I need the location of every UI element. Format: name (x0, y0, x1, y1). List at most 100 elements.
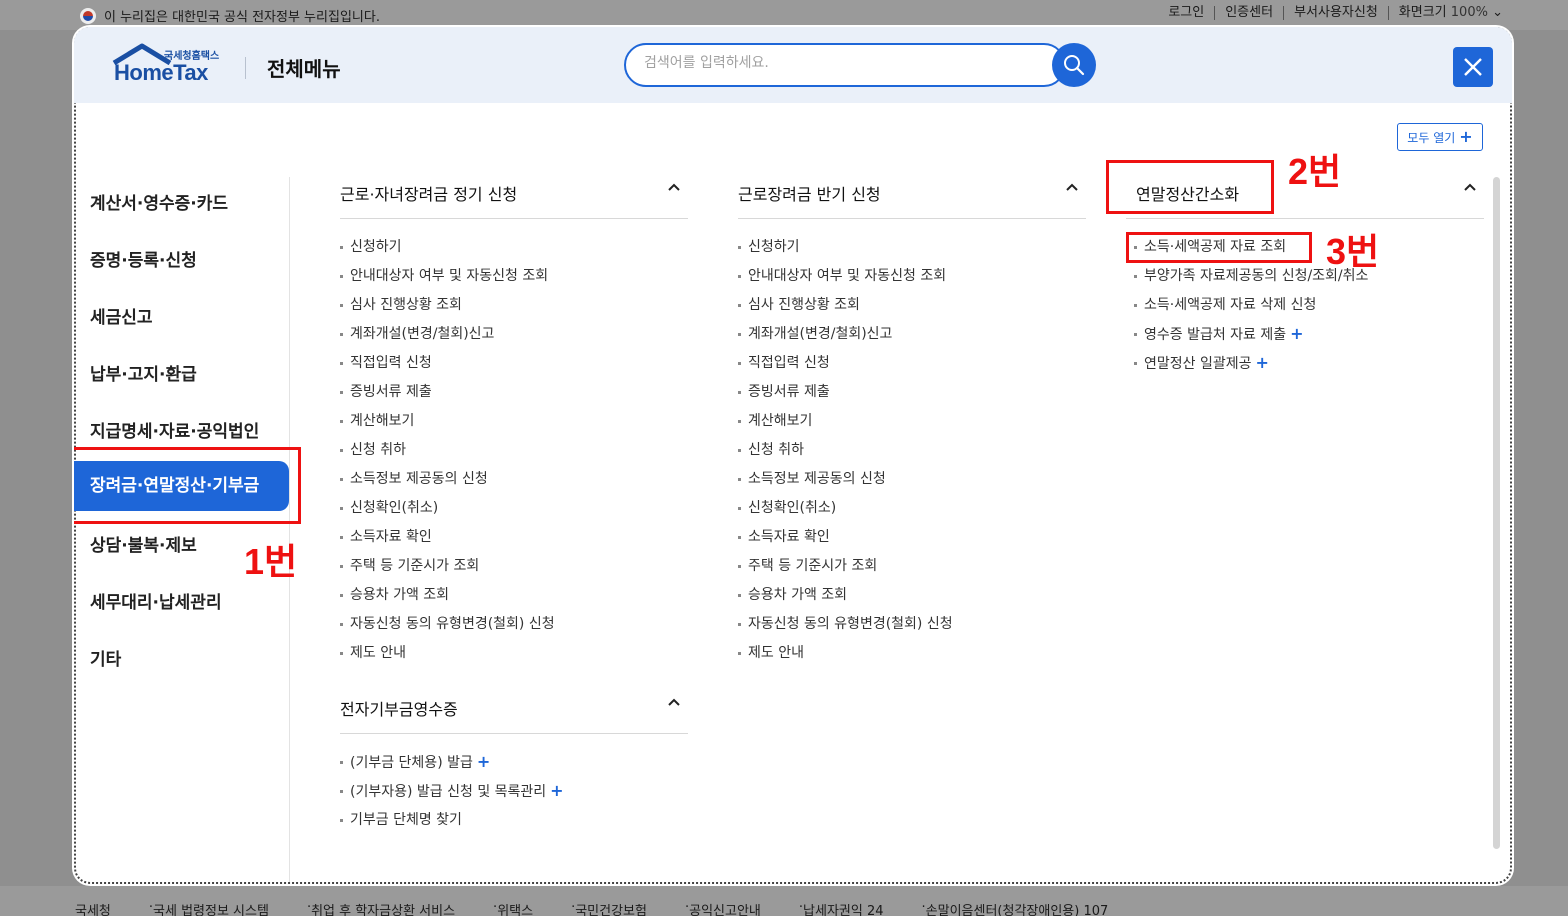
section-title: 근로·자녀장려금 정기 신청 (340, 185, 518, 204)
menu-item[interactable]: 주택 등 기준시가 조회 (340, 556, 688, 585)
menu-item[interactable]: 증빙서류 제출 (738, 382, 1086, 411)
menu-item[interactable]: 심사 진행상황 조회 (340, 295, 688, 324)
gov-notice: 이 누리집은 대한민국 공식 전자정부 누리집입니다. (104, 10, 380, 25)
nav-item-consult[interactable]: 상담·불복·제보 (90, 531, 197, 556)
modal-title: 전체메뉴 (267, 57, 341, 81)
menu-item[interactable]: 신청 취하 (340, 440, 688, 469)
search-button[interactable] (1052, 43, 1096, 87)
menu-item[interactable]: (기부자용) 발급 신청 및 목록관리 + (340, 781, 688, 810)
search-box (624, 43, 1066, 87)
search-icon (1064, 55, 1085, 76)
zoom-value: 100% (1450, 5, 1488, 20)
scrollbar[interactable] (1493, 177, 1500, 849)
logo-text: HomeTax (114, 60, 208, 85)
menu-item-label: 영수증 발급처 자료 제출 (1144, 327, 1287, 343)
nav-item-payment[interactable]: 납부·고지·환급 (90, 360, 197, 385)
annotation-box-1 (74, 447, 301, 524)
annotation-label-3: 3번 (1326, 231, 1380, 272)
screen-size-control[interactable]: 화면크기 100% ⌄ (1387, 5, 1513, 20)
search-input[interactable] (644, 55, 1014, 71)
nav-item-invoice[interactable]: 계산서·영수증·카드 (90, 189, 228, 214)
dept-user-link[interactable]: 부서사용자신청 (1283, 6, 1388, 20)
modal-header: 국세청홈택스 HomeTax 전체메뉴 (74, 27, 1512, 103)
footer-link[interactable]: 손말이음센터(청각장애인용) 107 (926, 900, 1109, 916)
plus-icon: + (550, 781, 564, 800)
footer-link[interactable]: 납세자권익 24 (803, 900, 883, 916)
menu-item[interactable]: 주택 등 기준시가 조회 (738, 556, 1086, 585)
menu-item-label: (기부금 단체용) 발급 (350, 755, 473, 771)
open-all-label: 모두 열기 (1407, 130, 1456, 145)
menu-item[interactable]: 소득정보 제공동의 신청 (738, 469, 1086, 498)
menu-item-label: 연말정산 일괄제공 (1144, 356, 1252, 372)
section-header-half-incentive[interactable]: 근로장려금 반기 신청 (738, 177, 1086, 219)
menu-item[interactable]: 신청하기 (738, 237, 1086, 266)
chevron-up-icon[interactable] (1064, 179, 1080, 195)
nav-item-certificate[interactable]: 증명·등록·신청 (90, 246, 197, 271)
login-link[interactable]: 로그인 (1158, 6, 1214, 20)
menu-item[interactable]: 계좌개설(변경/철회)신고 (340, 324, 688, 353)
menu-item[interactable]: 계산해보기 (738, 411, 1086, 440)
footer-links-bar: 국세청 · 국세 법령정보 시스템 · 취업 후 학자금상환 서비스 · 위택스 · 국… (0, 886, 1568, 916)
menu-item[interactable]: 계산해보기 (340, 411, 688, 440)
menu-item[interactable]: 직접입력 신청 (738, 353, 1086, 382)
menu-item[interactable]: 안내대상자 여부 및 자동신청 조회 (340, 266, 688, 295)
menu-item[interactable]: 소득자료 확인 (738, 527, 1086, 556)
menu-item[interactable]: 승용차 가액 조회 (340, 585, 688, 614)
header-divider (245, 57, 246, 79)
footer-link[interactable]: 국세 법령정보 시스템 (153, 900, 269, 916)
open-all-button[interactable]: 모두 열기 + (1397, 123, 1483, 151)
menu-list: (기부금 단체용) 발급 + (기부자용) 발급 신청 및 목록관리 + 기부금 단… (340, 734, 688, 839)
nav-item-statement[interactable]: 지급명세·자료·공익법인 (90, 417, 259, 442)
footer-link[interactable]: 공익신고안내 (689, 900, 761, 916)
menu-item[interactable]: 영수증 발급처 자료 제출 + (1134, 324, 1484, 353)
section-header-regular-incentive[interactable]: 근로·자녀장려금 정기 신청 (340, 177, 688, 219)
korea-flag-icon (80, 7, 96, 24)
menu-item[interactable]: 소득정보 제공동의 신청 (340, 469, 688, 498)
annotation-box-2 (1106, 160, 1274, 214)
annotation-label-1: 1번 (244, 541, 298, 582)
menu-item[interactable]: 기부금 단체명 찾기 (340, 810, 688, 839)
menu-item-label: (기부자용) 발급 신청 및 목록관리 (350, 784, 547, 800)
plus-icon: + (476, 752, 491, 771)
hometax-logo[interactable]: 국세청홈택스 HomeTax (104, 43, 224, 85)
footer-link[interactable]: 위택스 (497, 900, 533, 916)
footer-link[interactable]: 취업 후 학자금상환 서비스 (311, 900, 455, 916)
menu-item[interactable]: 증빙서류 제출 (340, 382, 688, 411)
menu-item[interactable]: 직접입력 신청 (340, 353, 688, 382)
chevron-down-icon: ⌄ (1492, 5, 1503, 20)
menu-item[interactable]: 신청하기 (340, 237, 688, 266)
section-title: 전자기부금영수증 (340, 700, 458, 719)
footer-link[interactable]: 국민건강보험 (575, 900, 647, 916)
menu-item[interactable]: 신청확인(취소) (340, 498, 688, 527)
menu-item[interactable]: 신청확인(취소) (738, 498, 1086, 527)
menu-item[interactable]: 승용차 가액 조회 (738, 585, 1086, 614)
chevron-up-icon[interactable] (1462, 179, 1478, 195)
menu-item[interactable]: 신청 취하 (738, 440, 1086, 469)
menu-item[interactable]: 제도 안내 (738, 643, 1086, 672)
cert-center-link[interactable]: 인증센터 (1214, 6, 1283, 20)
menu-item[interactable]: (기부금 단체용) 발급 + (340, 752, 688, 781)
screen-size-label: 화면크기 (1398, 5, 1447, 20)
nav-item-tax-return[interactable]: 세금신고 (90, 303, 153, 328)
menu-item[interactable]: 안내대상자 여부 및 자동신청 조회 (738, 266, 1086, 295)
close-icon (1464, 58, 1482, 76)
footer-link[interactable]: 국세청 (75, 900, 111, 916)
nav-item-etc[interactable]: 기타 (90, 645, 121, 670)
menu-item[interactable]: 계좌개설(변경/철회)신고 (738, 324, 1086, 353)
plus-icon: + (1459, 127, 1473, 146)
menu-list: 신청하기 안내대상자 여부 및 자동신청 조회 심사 진행상황 조회 계좌개설(… (340, 219, 688, 672)
menu-item[interactable]: 부양가족 자료제공동의 신청/조회/취소 (1134, 266, 1484, 295)
menu-item[interactable]: 심사 진행상황 조회 (738, 295, 1086, 324)
menu-item[interactable]: 연말정산 일괄제공 + (1134, 353, 1484, 382)
chevron-up-icon[interactable] (666, 694, 682, 710)
menu-item[interactable]: 소득자료 확인 (340, 527, 688, 556)
menu-item[interactable]: 소득·세액공제 자료 삭제 신청 (1134, 295, 1484, 324)
menu-column-2: 근로장려금 반기 신청 신청하기 안내대상자 여부 및 자동신청 조회 심사 진… (738, 177, 1086, 672)
menu-item[interactable]: 자동신청 동의 유형변경(철회) 신청 (340, 614, 688, 643)
nav-item-tax-agent[interactable]: 세무대리·납세관리 (90, 588, 222, 613)
menu-item[interactable]: 자동신청 동의 유형변경(철회) 신청 (738, 614, 1086, 643)
chevron-up-icon[interactable] (666, 179, 682, 195)
close-button[interactable] (1453, 47, 1493, 87)
section-header-donation-receipt[interactable]: 전자기부금영수증 (340, 692, 688, 734)
menu-item[interactable]: 제도 안내 (340, 643, 688, 672)
